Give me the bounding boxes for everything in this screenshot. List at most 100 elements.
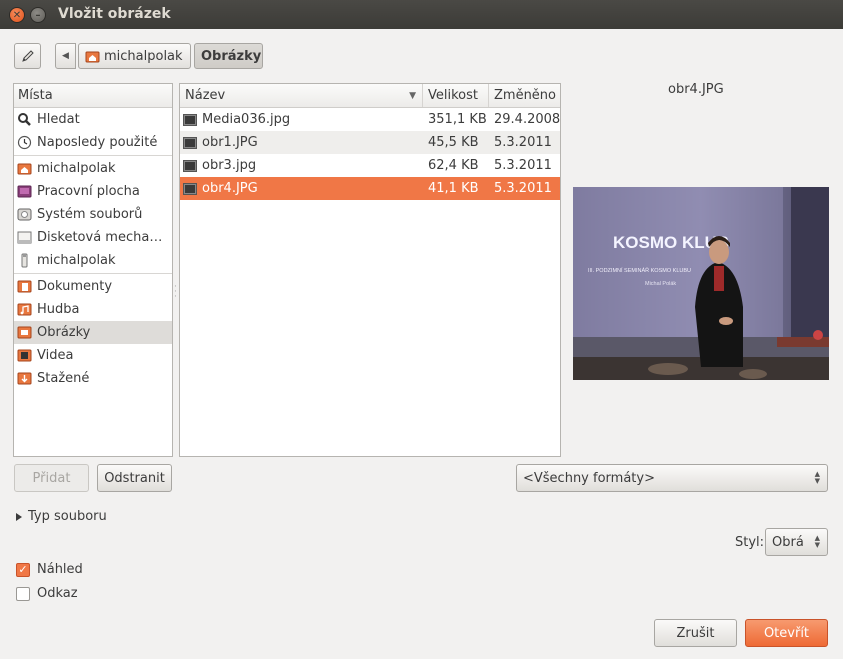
add-button-label: Přidat: [32, 470, 71, 486]
style-label: Styl:: [735, 535, 765, 550]
path-label-home: michalpolak: [104, 48, 183, 64]
file-modified: 5.3.2011: [494, 158, 552, 173]
file-name: obr4.JPG: [202, 181, 258, 196]
sidebar-item-documents[interactable]: Dokumenty: [14, 275, 172, 298]
file-filter-value: <Všechny formáty>: [523, 470, 655, 486]
documents-folder-icon: [17, 279, 32, 294]
home-folder-icon: [85, 49, 100, 64]
spin-arrows-icon: ▲ ▼: [814, 470, 820, 485]
file-row[interactable]: obr1.JPG 45,5 KB 5.3.2011: [180, 131, 560, 154]
path-button-pictures[interactable]: Obrázky: [194, 43, 263, 69]
places-header[interactable]: Místa: [14, 84, 172, 108]
column-header-name[interactable]: Název ▼: [180, 84, 423, 107]
minimize-window-button[interactable]: –: [30, 7, 46, 23]
remove-bookmark-button[interactable]: Odstranit: [97, 464, 172, 492]
sidebar-item-label: Disketová mecha…: [37, 230, 163, 245]
remove-button-label: Odstranit: [104, 470, 165, 486]
harddisk-icon: [17, 207, 32, 222]
file-type-expander[interactable]: Typ souboru: [16, 509, 107, 524]
path-scroll-left-button[interactable]: ◀: [55, 43, 76, 69]
file-filter-select[interactable]: <Všechny formáty> ▲ ▼: [516, 464, 828, 492]
image-file-icon: [183, 159, 197, 172]
cancel-button[interactable]: Zrušit: [654, 619, 737, 647]
sidebar-item-pictures[interactable]: Obrázky: [14, 321, 172, 344]
file-name: Media036.jpg: [202, 112, 291, 127]
sidebar-item-home[interactable]: michalpolak: [14, 157, 172, 180]
file-size: 45,5 KB: [428, 135, 479, 150]
sidebar-item-floppy[interactable]: Disketová mecha…: [14, 226, 172, 249]
sidebar-item-label: michalpolak: [37, 161, 116, 176]
insert-image-dialog: ✕ – Vložit obrázek ◀ michalpolak Obrázky…: [0, 0, 843, 659]
file-modified: 5.3.2011: [494, 181, 552, 196]
image-file-icon: [183, 113, 197, 126]
sidebar-item-label: Naposledy použité: [37, 135, 158, 150]
file-size: 62,4 KB: [428, 158, 479, 173]
file-type-label: Typ souboru: [28, 509, 107, 524]
column-name-label: Název: [185, 88, 226, 103]
sidebar-item-downloads[interactable]: Stažené: [14, 367, 172, 390]
recent-icon: [17, 135, 32, 150]
column-modified-label: Změněno: [494, 88, 556, 103]
music-folder-icon: [17, 302, 32, 317]
sidebar-separator: [14, 155, 172, 156]
path-label-pictures: Obrázky: [201, 48, 262, 64]
sidebar-item-label: Hledat: [37, 112, 80, 127]
open-button[interactable]: Otevřít: [745, 619, 828, 647]
preview-checkbox[interactable]: ✓ Náhled: [16, 562, 83, 577]
window-title: Vložit obrázek: [58, 6, 171, 22]
file-name: obr3.jpg: [202, 158, 257, 173]
places-header-label: Místa: [18, 88, 53, 103]
spin-arrows-icon: ▲ ▼: [814, 534, 820, 549]
file-size: 41,1 KB: [428, 181, 479, 196]
search-icon: [17, 112, 32, 127]
pencil-icon: [21, 50, 34, 62]
title-bar: ✕ – Vložit obrázek: [0, 0, 843, 29]
style-value: Obrá: [772, 534, 804, 550]
checkbox-unchecked-icon: [16, 586, 30, 601]
file-row[interactable]: obr3.jpg 62,4 KB 5.3.2011: [180, 154, 560, 177]
sidebar-item-search[interactable]: Hledat: [14, 108, 172, 131]
sidebar-item-label: Pracovní plocha: [37, 184, 140, 199]
close-window-button[interactable]: ✕: [9, 7, 25, 23]
sidebar-item-filesystem[interactable]: Systém souborů: [14, 203, 172, 226]
expander-arrow-icon: [16, 512, 22, 521]
sidebar-item-recent[interactable]: Naposledy použité: [14, 131, 172, 154]
videos-folder-icon: [17, 348, 32, 363]
file-row-selected[interactable]: obr4.JPG 41,1 KB 5.3.2011: [180, 177, 560, 200]
open-button-label: Otevřít: [763, 625, 810, 641]
path-button-home[interactable]: michalpolak: [78, 43, 191, 69]
image-preview: KOSMO KLUB III. PODZIMNÍ SEMINÁŘ KOSMO K…: [573, 187, 829, 380]
checkbox-checked-icon: ✓: [16, 562, 30, 577]
places-sidebar: Místa Hledat Naposledy použité michalpol…: [13, 83, 173, 457]
sidebar-item-music[interactable]: Hudba: [14, 298, 172, 321]
file-modified: 29.4.2008: [494, 112, 560, 127]
column-header-modified[interactable]: Změněno: [489, 84, 560, 107]
link-checkbox-label: Odkaz: [37, 586, 78, 601]
sidebar-item-label: michalpolak: [37, 253, 116, 268]
sidebar-item-videos[interactable]: Videa: [14, 344, 172, 367]
floppy-icon: [17, 230, 32, 245]
image-file-icon: [183, 182, 197, 195]
type-location-button[interactable]: [14, 43, 41, 69]
pane-resize-handle[interactable]: · · ·: [174, 283, 177, 302]
sidebar-item-label: Hudba: [37, 302, 80, 317]
sidebar-separator: [14, 273, 172, 274]
add-bookmark-button[interactable]: Přidat: [14, 464, 89, 492]
sidebar-item-desktop[interactable]: Pracovní plocha: [14, 180, 172, 203]
desktop-icon: [17, 184, 32, 199]
image-file-icon: [183, 136, 197, 149]
slide-subtitle: III. PODZIMNÍ SEMINÁŘ KOSMO KLUBU: [588, 266, 691, 274]
column-size-label: Velikost: [428, 88, 478, 103]
sidebar-item-usb[interactable]: michalpolak: [14, 249, 172, 272]
slide-author: Michal Polák: [645, 281, 676, 287]
file-row[interactable]: Media036.jpg 351,1 KB 29.4.2008: [180, 108, 560, 131]
home-folder-icon: [17, 161, 32, 176]
file-list: Název ▼ Velikost Změněno Media036.jpg 35…: [179, 83, 561, 457]
column-header-size[interactable]: Velikost: [423, 84, 489, 107]
sort-descending-icon: ▼: [409, 90, 416, 101]
link-checkbox[interactable]: Odkaz: [16, 586, 78, 601]
style-select[interactable]: Obrá ▲ ▼: [765, 528, 828, 556]
file-size: 351,1 KB: [428, 112, 487, 127]
preview-filename: obr4.JPG: [668, 82, 724, 97]
sidebar-item-label: Dokumenty: [37, 279, 113, 294]
